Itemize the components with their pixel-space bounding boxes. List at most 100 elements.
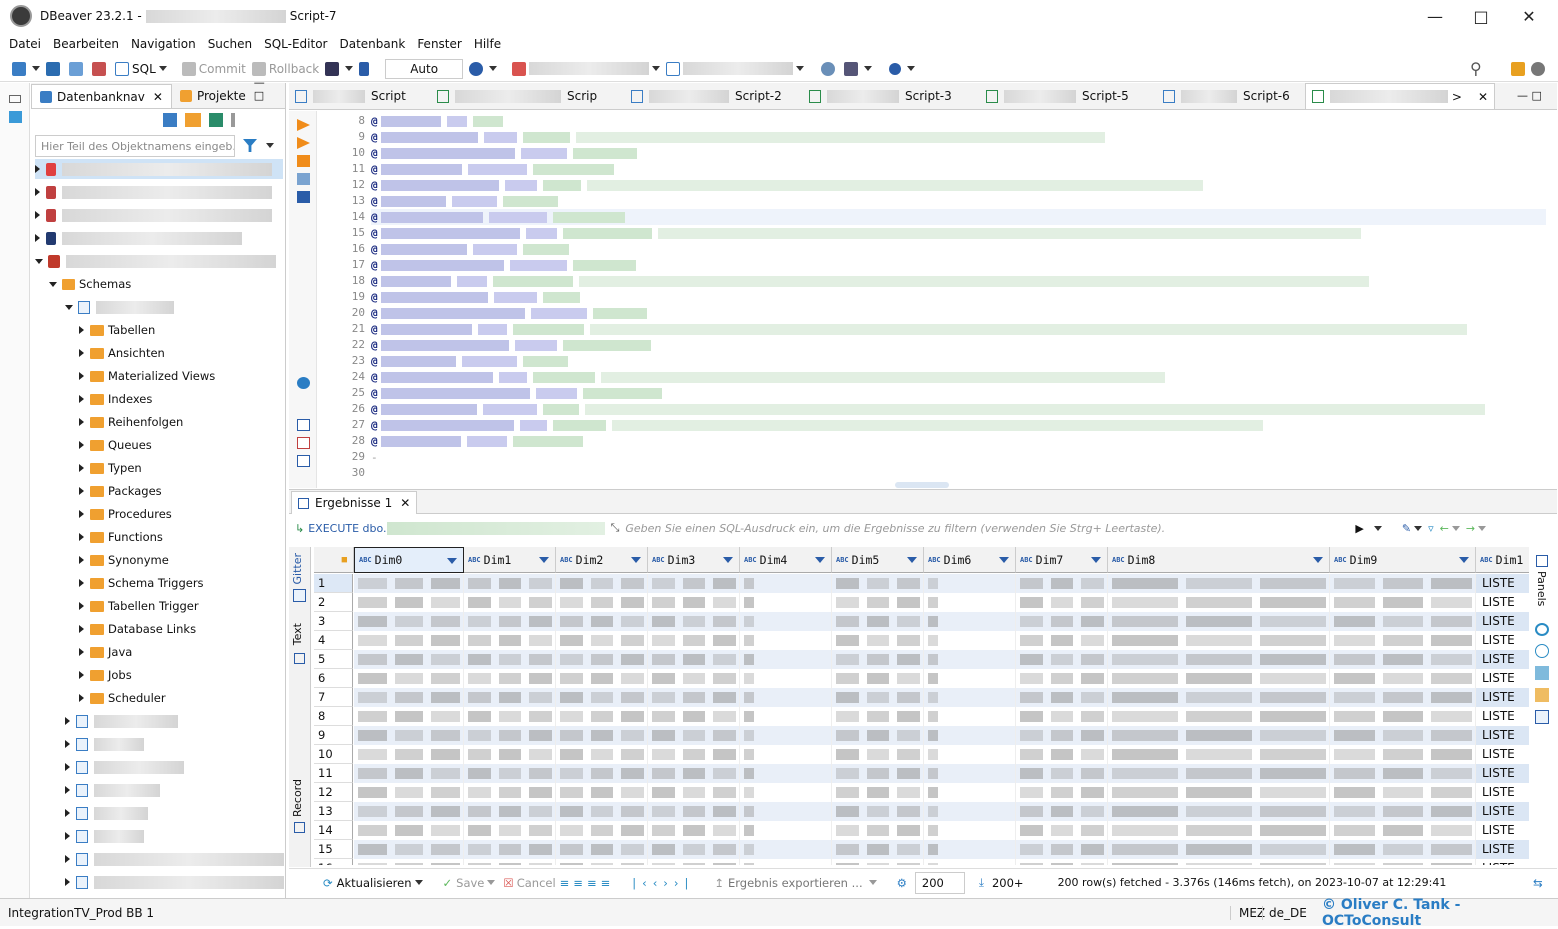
table-row[interactable]: LISTE bbox=[354, 707, 1529, 726]
code-line[interactable]: @ bbox=[371, 305, 1546, 321]
metadata-icon[interactable] bbox=[1535, 623, 1549, 636]
grid-cell[interactable] bbox=[648, 650, 740, 669]
row-number[interactable]: 12 bbox=[314, 783, 353, 802]
variables-icon[interactable] bbox=[297, 455, 310, 467]
code-line[interactable]: @ bbox=[371, 401, 1546, 417]
search-tool-button[interactable] bbox=[889, 62, 916, 75]
code-line[interactable]: @ bbox=[371, 257, 1546, 273]
grid-cell[interactable] bbox=[1330, 593, 1476, 612]
save-button[interactable]: Save bbox=[456, 876, 484, 890]
code-line[interactable]: @ bbox=[371, 241, 1546, 257]
row-number[interactable]: 3 bbox=[314, 612, 353, 631]
tree-folder-database-links[interactable]: Database Links bbox=[79, 619, 196, 639]
grid-cell[interactable] bbox=[924, 593, 1016, 612]
active-datasource-selector[interactable] bbox=[512, 61, 661, 76]
back-icon[interactable]: ← bbox=[1440, 522, 1449, 535]
grid-cell[interactable] bbox=[1016, 707, 1108, 726]
grid-cell-liste[interactable]: LISTE bbox=[1476, 821, 1529, 840]
grid-cell[interactable] bbox=[832, 726, 924, 745]
column-header-dim8[interactable]: ABC Dim8 bbox=[1108, 547, 1330, 573]
rollback-button[interactable]: Rollback bbox=[251, 61, 319, 76]
tree-connection-2[interactable] bbox=[35, 182, 272, 202]
fetch-more-button[interactable]: 200+ bbox=[992, 876, 1024, 890]
refresh-button[interactable]: Aktualisieren bbox=[337, 876, 412, 890]
grid-cell[interactable] bbox=[1108, 840, 1330, 859]
grid-cell[interactable] bbox=[648, 669, 740, 688]
code-line[interactable]: @ bbox=[371, 225, 1546, 241]
grid-cell[interactable] bbox=[464, 612, 556, 631]
calc-icon[interactable] bbox=[1535, 688, 1549, 702]
row-number[interactable]: 14 bbox=[314, 821, 353, 840]
grid-cell[interactable] bbox=[556, 669, 648, 688]
tree-connection-5[interactable] bbox=[35, 251, 276, 271]
grid-cell[interactable] bbox=[924, 726, 1016, 745]
grid-cell[interactable] bbox=[556, 859, 648, 865]
grid-cell[interactable] bbox=[354, 840, 464, 859]
grid-cell[interactable] bbox=[1330, 650, 1476, 669]
layout-toggle-icon[interactable]: ⇆ bbox=[1533, 876, 1543, 890]
tab-datenbanknav[interactable]: Datenbanknav ✕ bbox=[31, 84, 172, 108]
grid-cell[interactable] bbox=[556, 821, 648, 840]
maximize-button[interactable]: □ bbox=[1458, 0, 1504, 32]
row-number[interactable]: 6 bbox=[314, 669, 353, 688]
close-tab-icon[interactable]: ✕ bbox=[153, 90, 163, 104]
menu-navigation[interactable]: Navigation bbox=[125, 37, 202, 51]
grid-cell[interactable] bbox=[1016, 859, 1108, 865]
grid-cell-liste[interactable]: LISTE bbox=[1476, 802, 1529, 821]
grid-cell[interactable] bbox=[464, 593, 556, 612]
editor-tab-script-7-active[interactable]: > ✕ bbox=[1305, 83, 1495, 109]
restore-icon[interactable] bbox=[9, 95, 21, 103]
code-line[interactable]: @ bbox=[371, 273, 1546, 289]
column-header-dim9[interactable]: ABC Dim9 bbox=[1330, 547, 1476, 573]
grid-cell[interactable] bbox=[924, 783, 1016, 802]
editor-tab-script[interactable]: Script bbox=[295, 83, 406, 109]
grid-cell[interactable] bbox=[832, 764, 924, 783]
grid-cell[interactable] bbox=[924, 612, 1016, 631]
grid-cell-liste[interactable]: LISTE bbox=[1476, 593, 1529, 612]
grid-cell[interactable] bbox=[1016, 574, 1108, 593]
fetch-size-input[interactable]: 200 bbox=[914, 871, 965, 894]
grid-cell[interactable] bbox=[354, 631, 464, 650]
forward-dropdown-icon[interactable] bbox=[1478, 525, 1487, 531]
grid-cell[interactable] bbox=[1108, 783, 1330, 802]
grid-cell[interactable] bbox=[1016, 783, 1108, 802]
editor-tab-script-2[interactable]: Script-2 bbox=[631, 83, 782, 109]
grid-cell[interactable] bbox=[354, 650, 464, 669]
new-folder-icon[interactable] bbox=[185, 113, 201, 127]
grid-cell-liste[interactable]: LISTE bbox=[1476, 859, 1529, 865]
grid-cell[interactable] bbox=[556, 802, 648, 821]
grid-cell[interactable] bbox=[740, 859, 832, 865]
table-row[interactable]: LISTE bbox=[354, 783, 1529, 802]
grid-cell[interactable] bbox=[1330, 726, 1476, 745]
grid-cell[interactable] bbox=[464, 764, 556, 783]
grid-cell[interactable] bbox=[464, 745, 556, 764]
grid-cell[interactable] bbox=[924, 650, 1016, 669]
user-avatar-icon[interactable] bbox=[1531, 61, 1548, 76]
column-header-dim6[interactable]: ABC Dim6 bbox=[924, 547, 1016, 573]
grid-cell[interactable] bbox=[740, 612, 832, 631]
code-line[interactable]: @ bbox=[371, 113, 1546, 129]
row-number[interactable]: 4 bbox=[314, 631, 353, 650]
grid-cell[interactable] bbox=[556, 631, 648, 650]
column-header-dim2[interactable]: ABC Dim2 bbox=[556, 547, 648, 573]
grid-cell[interactable] bbox=[648, 764, 740, 783]
tree-folder-scheduler[interactable]: Scheduler bbox=[79, 688, 166, 708]
grid-cell[interactable] bbox=[1016, 593, 1108, 612]
grid-cell[interactable] bbox=[648, 612, 740, 631]
column-sort-icon[interactable] bbox=[539, 557, 549, 563]
settings-gear-icon[interactable]: ⚙ bbox=[897, 876, 907, 890]
grid-cell[interactable] bbox=[1108, 821, 1330, 840]
grid-cell[interactable] bbox=[1016, 631, 1108, 650]
code-line[interactable]: @ bbox=[371, 369, 1546, 385]
tree-schema[interactable] bbox=[65, 849, 284, 869]
grid-cell-liste[interactable]: LISTE bbox=[1476, 745, 1529, 764]
grid-cell[interactable] bbox=[832, 707, 924, 726]
import-icon[interactable] bbox=[297, 437, 310, 449]
grid-cell[interactable] bbox=[556, 726, 648, 745]
column-sort-icon[interactable] bbox=[999, 557, 1009, 563]
grid-cell[interactable] bbox=[832, 688, 924, 707]
column-sort-icon[interactable] bbox=[815, 557, 825, 563]
commit-button[interactable]: Commit bbox=[181, 61, 246, 76]
column-header-dim7[interactable]: ABC Dim7 bbox=[1016, 547, 1108, 573]
connect-button[interactable] bbox=[46, 61, 63, 76]
